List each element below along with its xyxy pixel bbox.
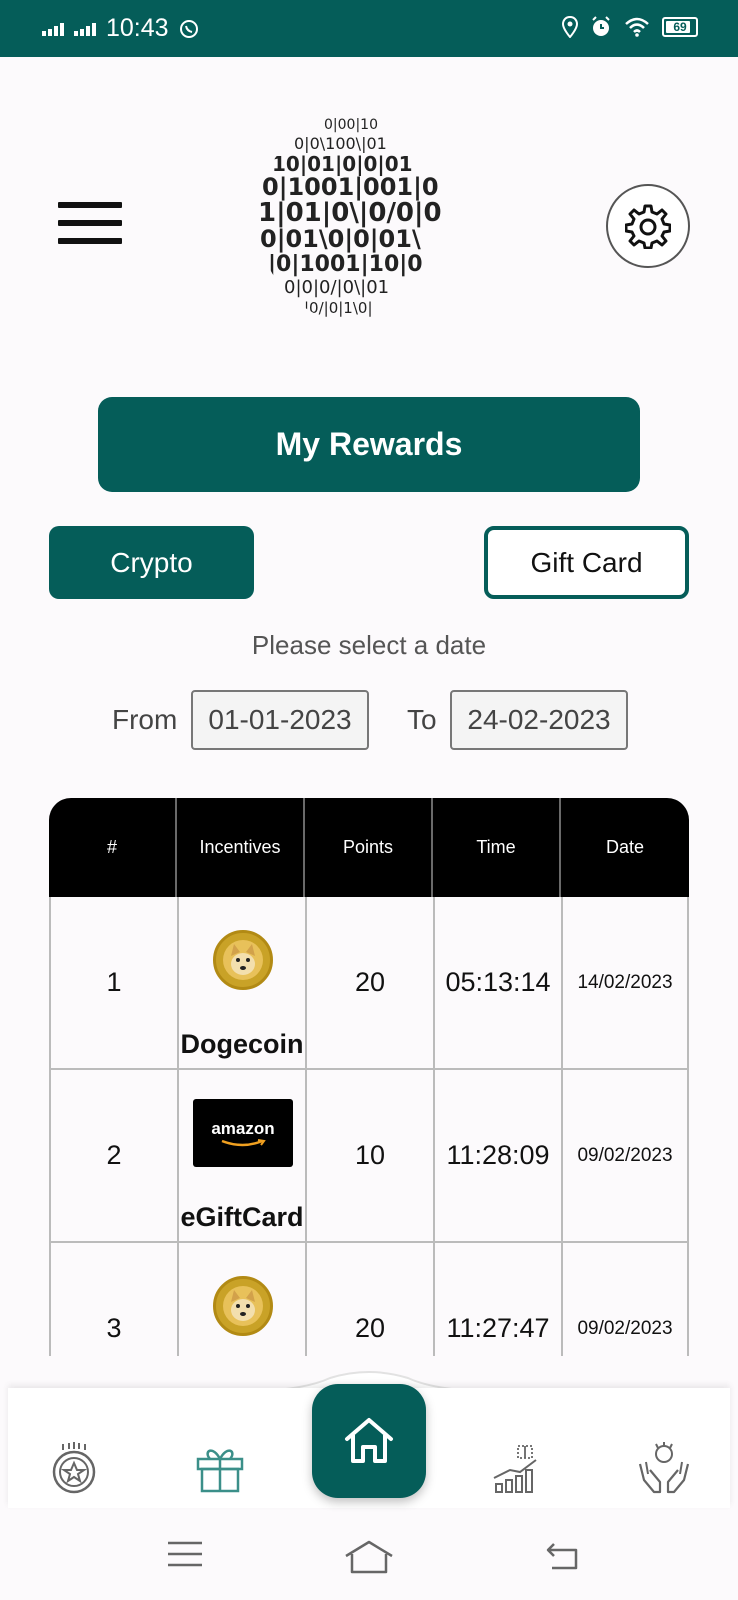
amazon-logo-text: amazon [211,1119,275,1138]
from-date-field[interactable]: 01-01-2023 [191,690,369,750]
to-label: To [407,704,437,735]
rewards-table[interactable]: # Incentives Points Time Date 1 Dogecoin… [49,798,689,1356]
amazon-icon: amazon [193,1099,293,1167]
home-outline-icon [345,1540,393,1574]
time-cell: 11:28:09 [433,1070,561,1241]
tab-crypto[interactable]: Crypto [49,526,254,599]
status-bar: 10:43 69 [0,0,738,57]
svg-text:|0|1001|10|0: |0|1001|10|0 [268,252,423,277]
svg-text:0|00|10: 0|00|10 [324,117,378,133]
time-cell: 11:27:47 [433,1243,561,1356]
settings-button[interactable] [606,184,690,268]
gear-icon [625,204,671,249]
signal-icon [74,22,96,36]
nav-hands[interactable] [634,1438,694,1498]
to-date-field[interactable]: 24-02-2023 [450,690,628,750]
from-label: From [112,704,178,735]
date-cell: 09/02/2023 [561,1070,689,1241]
column-header: # [49,798,177,897]
column-header: Date [605,837,645,857]
wifi-icon [625,17,649,37]
nav-gift[interactable] [190,1438,250,1498]
whatsapp-icon [179,19,198,38]
date-cell: 09/02/2023 [561,1243,689,1356]
table-row: 3 20 11:27:47 09/02/2023 [49,1243,689,1356]
menu-icon [168,1541,202,1567]
column-header: Time [433,798,561,897]
tab-gift-card[interactable]: Gift Card [484,526,689,599]
status-time: 10:43 [106,14,169,42]
badge-icon [52,1442,96,1494]
alarm-icon [592,16,610,36]
table-row: 1 Dogecoin 20 05:13:14 14/02/2023 [49,897,689,1070]
row-number: 2 [49,1070,177,1241]
nav-growth[interactable] [488,1438,548,1498]
location-icon [562,16,578,38]
svg-text:0|0\100\|01: 0|0\100\|01 [294,134,387,153]
svg-text:0|0|0/|0\|01: 0|0|0/|0\|01 [284,277,389,298]
points-cell: 20 [305,1243,433,1356]
system-back-button[interactable] [544,1540,580,1575]
battery-icon: 69 [662,17,698,37]
time-cell: 05:13:14 [433,897,561,1068]
binary-sphere-logo: 0|00|10 0|0\100\|01 10|01|0|0|01 0|1001|… [258,117,442,317]
svg-text:|0/|0|1\0|: |0/|0|1\0| [304,299,373,317]
date-prompt: Please select a date [251,630,487,660]
incentive-name: Dogecoin [180,1029,304,1059]
column-header: Incentives [177,798,305,897]
table-row: 2 amazon eGiftCard 10 11:28:09 09/02/202… [49,1070,689,1243]
nav-badge[interactable] [44,1438,104,1498]
home-icon [345,1418,393,1463]
battery-level: 69 [673,20,687,34]
nav-home-button[interactable] [312,1384,426,1498]
system-home-button[interactable] [344,1540,394,1579]
date-cell: 14/02/2023 [561,897,689,1068]
svg-text:0|1001|001|0: 0|1001|001|0 [262,173,439,201]
svg-text:1|01|0\|0/0|0: 1|01|0\|0/0|0 [258,198,442,228]
hamburger-icon[interactable] [58,202,122,244]
points-cell: 10 [305,1070,433,1241]
incentive-cell [177,1243,305,1356]
row-number: 3 [49,1243,177,1356]
incentive-name: eGiftCard [180,1202,304,1232]
gift-icon [196,1449,244,1493]
points-cell: 20 [305,897,433,1068]
dogecoin-icon [213,930,273,990]
table-header: # Incentives Points Time Date [49,798,689,897]
bottom-nav [0,1370,738,1520]
system-nav-bar [0,1520,738,1600]
dogecoin-icon [213,1276,273,1336]
incentive-cell: amazon eGiftCard [177,1070,305,1241]
svg-text:0|01\0|0|01\: 0|01\0|0|01\ [260,225,421,253]
back-icon [546,1543,578,1570]
growth-chart-icon [493,1445,537,1493]
hands-icon [638,1442,690,1494]
system-menu-button[interactable] [166,1540,204,1573]
incentive-cell: Dogecoin [177,897,305,1068]
signal-icon [42,22,64,36]
row-number: 1 [49,897,177,1068]
column-header: Points [305,798,433,897]
my-rewards-button[interactable]: My Rewards [98,397,640,492]
